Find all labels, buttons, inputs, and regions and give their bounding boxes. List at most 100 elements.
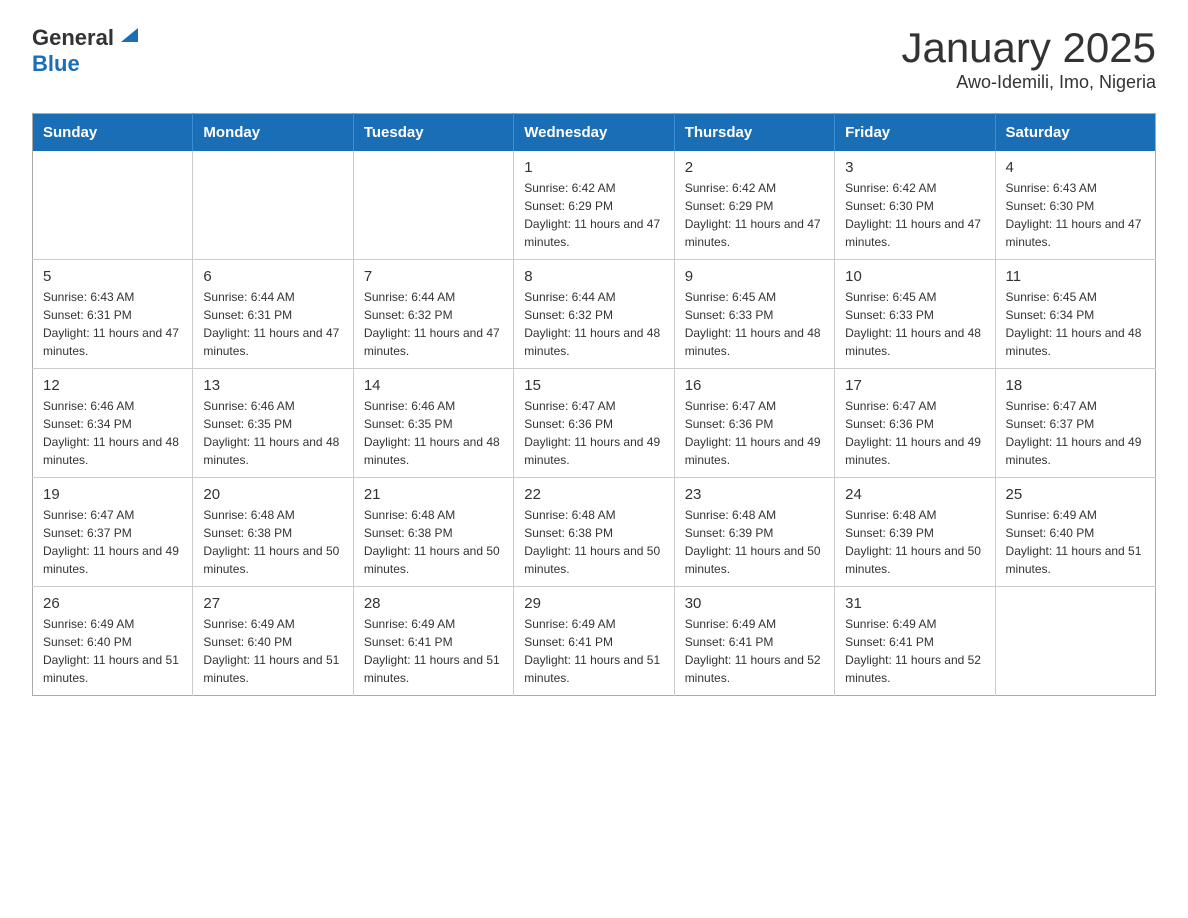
calendar-cell xyxy=(353,151,513,260)
calendar-cell: 22 Sunrise: 6:48 AMSunset: 6:38 PMDayligh… xyxy=(514,478,674,587)
day-info: Sunrise: 6:44 AMSunset: 6:32 PMDaylight:… xyxy=(364,288,503,360)
calendar-cell xyxy=(193,151,353,260)
calendar-cell: 29 Sunrise: 6:49 AMSunset: 6:41 PMDayligh… xyxy=(514,587,674,696)
calendar-cell: 3Sunrise: 6:42 AMSunset: 6:30 PMDaylight… xyxy=(835,151,995,260)
logo: General Blue xyxy=(32,24,138,77)
day-number: 23 xyxy=(685,486,824,503)
title-section: January 2025 Awo-Idemili, Imo, Nigeria xyxy=(901,24,1156,93)
day-info: Sunrise: 6:48 AMSunset: 6:38 PMDaylight:… xyxy=(364,506,503,578)
day-info: Sunrise: 6:47 AMSunset: 6:37 PMDaylight:… xyxy=(1006,397,1145,469)
calendar-week-row: 12Sunrise: 6:46 AMSunset: 6:34 PMDayligh… xyxy=(33,369,1156,478)
calendar-cell: 11 Sunrise: 6:45 AMSunset: 6:34 PMDayligh… xyxy=(995,260,1155,369)
calendar-cell: 1 Sunrise: 6:42 AMSunset: 6:29 PMDaylight… xyxy=(514,151,674,260)
calendar-cell: 4 Sunrise: 6:43 AMSunset: 6:30 PMDaylight… xyxy=(995,151,1155,260)
day-number: 31 xyxy=(845,595,984,612)
calendar-week-row: 19 Sunrise: 6:47 AMSunset: 6:37 PMDayligh… xyxy=(33,478,1156,587)
day-info: Sunrise: 6:46 AMSunset: 6:35 PMDaylight:… xyxy=(203,397,342,469)
day-number: 13 xyxy=(203,377,342,394)
day-number: 22 xyxy=(524,486,663,503)
calendar-cell: 13 Sunrise: 6:46 AMSunset: 6:35 PMDayligh… xyxy=(193,369,353,478)
calendar-cell: 24 Sunrise: 6:48 AMSunset: 6:39 PMDayligh… xyxy=(835,478,995,587)
calendar-week-row: 5 Sunrise: 6:43 AMSunset: 6:31 PMDaylight… xyxy=(33,260,1156,369)
calendar-cell: 15 Sunrise: 6:47 AMSunset: 6:36 PMDayligh… xyxy=(514,369,674,478)
day-number: 18 xyxy=(1006,377,1145,394)
calendar-cell: 23 Sunrise: 6:48 AMSunset: 6:39 PMDayligh… xyxy=(674,478,834,587)
day-number: 3 xyxy=(845,159,984,176)
day-number: 24 xyxy=(845,486,984,503)
calendar-header-row: SundayMondayTuesdayWednesdayThursdayFrid… xyxy=(33,114,1156,152)
day-number: 8 xyxy=(524,268,663,285)
day-info: Sunrise: 6:49 AMSunset: 6:40 PMDaylight:… xyxy=(203,615,342,687)
calendar-cell: 16Sunrise: 6:47 AMSunset: 6:36 PMDayligh… xyxy=(674,369,834,478)
day-info: Sunrise: 6:43 AMSunset: 6:31 PMDaylight:… xyxy=(43,288,182,360)
day-info: Sunrise: 6:45 AMSunset: 6:34 PMDaylight:… xyxy=(1006,288,1145,360)
calendar-cell: 19 Sunrise: 6:47 AMSunset: 6:37 PMDayligh… xyxy=(33,478,193,587)
logo-triangle-icon xyxy=(116,24,138,46)
day-info: Sunrise: 6:44 AMSunset: 6:31 PMDaylight:… xyxy=(203,288,342,360)
day-info: Sunrise: 6:48 AMSunset: 6:39 PMDaylight:… xyxy=(685,506,824,578)
calendar-cell: 18 Sunrise: 6:47 AMSunset: 6:37 PMDayligh… xyxy=(995,369,1155,478)
day-info: Sunrise: 6:44 AMSunset: 6:32 PMDaylight:… xyxy=(524,288,663,360)
day-header-sunday: Sunday xyxy=(33,114,193,152)
day-number: 30 xyxy=(685,595,824,612)
calendar-cell: 2 Sunrise: 6:42 AMSunset: 6:29 PMDaylight… xyxy=(674,151,834,260)
day-info: Sunrise: 6:42 AMSunset: 6:29 PMDaylight:… xyxy=(524,179,663,251)
calendar-table: SundayMondayTuesdayWednesdayThursdayFrid… xyxy=(32,113,1156,696)
calendar-cell: 10 Sunrise: 6:45 AMSunset: 6:33 PMDayligh… xyxy=(835,260,995,369)
calendar-cell: 31 Sunrise: 6:49 AMSunset: 6:41 PMDayligh… xyxy=(835,587,995,696)
calendar-cell: 25Sunrise: 6:49 AMSunset: 6:40 PMDayligh… xyxy=(995,478,1155,587)
day-number: 7 xyxy=(364,268,503,285)
day-info: Sunrise: 6:43 AMSunset: 6:30 PMDaylight:… xyxy=(1006,179,1145,251)
day-number: 5 xyxy=(43,268,182,285)
day-number: 10 xyxy=(845,268,984,285)
calendar-cell xyxy=(33,151,193,260)
day-info: Sunrise: 6:48 AMSunset: 6:39 PMDaylight:… xyxy=(845,506,984,578)
day-number: 29 xyxy=(524,595,663,612)
day-number: 9 xyxy=(685,268,824,285)
day-header-tuesday: Tuesday xyxy=(353,114,513,152)
calendar-cell: 17Sunrise: 6:47 AMSunset: 6:36 PMDayligh… xyxy=(835,369,995,478)
day-info: Sunrise: 6:49 AMSunset: 6:41 PMDaylight:… xyxy=(845,615,984,687)
day-number: 20 xyxy=(203,486,342,503)
day-info: Sunrise: 6:49 AMSunset: 6:41 PMDaylight:… xyxy=(685,615,824,687)
day-number: 11 xyxy=(1006,268,1145,285)
day-number: 26 xyxy=(43,595,182,612)
calendar-cell: 12Sunrise: 6:46 AMSunset: 6:34 PMDayligh… xyxy=(33,369,193,478)
calendar-cell: 5 Sunrise: 6:43 AMSunset: 6:31 PMDaylight… xyxy=(33,260,193,369)
day-number: 19 xyxy=(43,486,182,503)
day-info: Sunrise: 6:47 AMSunset: 6:37 PMDaylight:… xyxy=(43,506,182,578)
day-info: Sunrise: 6:45 AMSunset: 6:33 PMDaylight:… xyxy=(845,288,984,360)
day-info: Sunrise: 6:47 AMSunset: 6:36 PMDaylight:… xyxy=(685,397,824,469)
day-number: 1 xyxy=(524,159,663,176)
calendar-week-row: 1 Sunrise: 6:42 AMSunset: 6:29 PMDaylight… xyxy=(33,151,1156,260)
day-header-wednesday: Wednesday xyxy=(514,114,674,152)
day-info: Sunrise: 6:46 AMSunset: 6:34 PMDaylight:… xyxy=(43,397,182,469)
day-header-saturday: Saturday xyxy=(995,114,1155,152)
page-header: General Blue January 2025 Awo-Idemili, I… xyxy=(32,24,1156,93)
calendar-cell: 27 Sunrise: 6:49 AMSunset: 6:40 PMDayligh… xyxy=(193,587,353,696)
day-info: Sunrise: 6:49 AMSunset: 6:40 PMDaylight:… xyxy=(43,615,182,687)
day-info: Sunrise: 6:46 AMSunset: 6:35 PMDaylight:… xyxy=(364,397,503,469)
day-number: 4 xyxy=(1006,159,1145,176)
calendar-cell: 30 Sunrise: 6:49 AMSunset: 6:41 PMDayligh… xyxy=(674,587,834,696)
calendar-cell: 14 Sunrise: 6:46 AMSunset: 6:35 PMDayligh… xyxy=(353,369,513,478)
day-number: 14 xyxy=(364,377,503,394)
day-info: Sunrise: 6:48 AMSunset: 6:38 PMDaylight:… xyxy=(524,506,663,578)
day-number: 15 xyxy=(524,377,663,394)
calendar-cell: 9Sunrise: 6:45 AMSunset: 6:33 PMDaylight… xyxy=(674,260,834,369)
month-title: January 2025 xyxy=(901,24,1156,72)
day-number: 17 xyxy=(845,377,984,394)
day-info: Sunrise: 6:47 AMSunset: 6:36 PMDaylight:… xyxy=(524,397,663,469)
day-number: 27 xyxy=(203,595,342,612)
day-info: Sunrise: 6:42 AMSunset: 6:29 PMDaylight:… xyxy=(685,179,824,251)
calendar-cell: 8 Sunrise: 6:44 AMSunset: 6:32 PMDaylight… xyxy=(514,260,674,369)
day-number: 21 xyxy=(364,486,503,503)
day-header-monday: Monday xyxy=(193,114,353,152)
calendar-cell: 28Sunrise: 6:49 AMSunset: 6:41 PMDayligh… xyxy=(353,587,513,696)
calendar-cell: 6Sunrise: 6:44 AMSunset: 6:31 PMDaylight… xyxy=(193,260,353,369)
location: Awo-Idemili, Imo, Nigeria xyxy=(901,72,1156,93)
calendar-week-row: 26 Sunrise: 6:49 AMSunset: 6:40 PMDayligh… xyxy=(33,587,1156,696)
day-number: 2 xyxy=(685,159,824,176)
day-info: Sunrise: 6:49 AMSunset: 6:41 PMDaylight:… xyxy=(524,615,663,687)
day-number: 25 xyxy=(1006,486,1145,503)
